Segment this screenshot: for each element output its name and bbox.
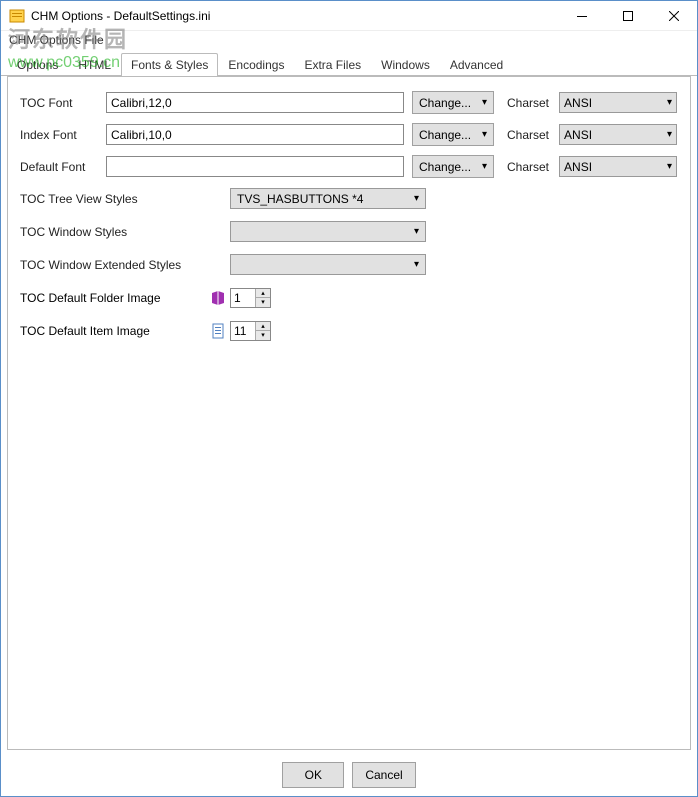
toc-tree-styles-select[interactable]: TVS_HASBUTTONS *4▾ — [230, 188, 426, 209]
chevron-down-icon: ▾ — [667, 97, 672, 108]
menu-file[interactable]: CHM Options File — [9, 33, 104, 47]
chevron-down-icon: ▾ — [414, 226, 419, 237]
toc-charset-label: Charset — [507, 96, 549, 110]
chevron-down-icon: ▾ — [482, 97, 487, 108]
chevron-down-icon: ▾ — [667, 129, 672, 140]
tab-panel: TOC Font Change...▾ Charset ANSI▾ Index … — [7, 76, 691, 750]
default-font-change-button[interactable]: Change...▾ — [412, 155, 494, 178]
toc-folder-image-value[interactable] — [231, 289, 255, 307]
toc-folder-image-spinner[interactable]: ▴▾ — [230, 288, 271, 308]
toc-item-image-spinner[interactable]: ▴▾ — [230, 321, 271, 341]
toc-window-styles-select[interactable]: ▾ — [230, 221, 426, 242]
spinner-up[interactable]: ▴ — [256, 322, 270, 331]
app-icon — [9, 8, 25, 24]
window-title: CHM Options - DefaultSettings.ini — [31, 9, 559, 23]
default-font-label: Default Font — [20, 160, 106, 174]
titlebar: CHM Options - DefaultSettings.ini — [1, 1, 697, 31]
default-charset-label: Charset — [507, 160, 549, 174]
spinner-up[interactable]: ▴ — [256, 289, 270, 298]
toc-item-image-value[interactable] — [231, 322, 255, 340]
toc-window-styles-label: TOC Window Styles — [20, 225, 230, 239]
toc-window-ext-styles-select[interactable]: ▾ — [230, 254, 426, 275]
spinner-down[interactable]: ▾ — [256, 331, 270, 340]
menubar: CHM Options File — [1, 31, 697, 51]
close-icon — [669, 11, 679, 21]
minimize-button[interactable] — [559, 1, 605, 30]
tab-fonts-styles[interactable]: Fonts & Styles — [121, 53, 218, 76]
chevron-down-icon: ▾ — [482, 129, 487, 140]
toc-window-ext-styles-label: TOC Window Extended Styles — [20, 258, 230, 272]
toc-font-label: TOC Font — [20, 96, 106, 110]
tab-encodings[interactable]: Encodings — [218, 53, 294, 76]
tab-windows[interactable]: Windows — [371, 53, 440, 76]
maximize-button[interactable] — [605, 1, 651, 30]
index-charset-label: Charset — [507, 128, 549, 142]
toc-tree-styles-label: TOC Tree View Styles — [20, 192, 230, 206]
chevron-down-icon: ▾ — [667, 161, 672, 172]
toc-charset-select[interactable]: ANSI▾ — [559, 92, 677, 113]
toc-font-input[interactable] — [106, 92, 404, 113]
index-font-label: Index Font — [20, 128, 106, 142]
toc-folder-image-label: TOC Default Folder Image — [20, 291, 210, 305]
tab-advanced[interactable]: Advanced — [440, 53, 513, 76]
chevron-down-icon: ▾ — [414, 259, 419, 270]
cancel-button[interactable]: Cancel — [352, 762, 415, 788]
page-icon — [210, 323, 226, 339]
maximize-icon — [623, 11, 633, 21]
default-font-input[interactable] — [106, 156, 404, 177]
tab-options[interactable]: Options — [7, 53, 68, 76]
chevron-down-icon: ▾ — [414, 193, 419, 204]
tab-html[interactable]: HTML — [68, 53, 121, 76]
close-button[interactable] — [651, 1, 697, 30]
minimize-icon — [577, 11, 587, 21]
index-font-change-button[interactable]: Change...▾ — [412, 123, 494, 146]
book-icon — [210, 290, 226, 306]
default-charset-select[interactable]: ANSI▾ — [559, 156, 677, 177]
dialog-footer: OK Cancel — [1, 754, 697, 796]
toc-font-change-button[interactable]: Change...▾ — [412, 91, 494, 114]
spinner-down[interactable]: ▾ — [256, 298, 270, 307]
chevron-down-icon: ▾ — [482, 161, 487, 172]
ok-button[interactable]: OK — [282, 762, 344, 788]
tab-extra-files[interactable]: Extra Files — [294, 53, 371, 76]
index-charset-select[interactable]: ANSI▾ — [559, 124, 677, 145]
index-font-input[interactable] — [106, 124, 404, 145]
tab-bar: Options HTML Fonts & Styles Encodings Ex… — [1, 51, 697, 76]
toc-item-image-label: TOC Default Item Image — [20, 324, 210, 338]
